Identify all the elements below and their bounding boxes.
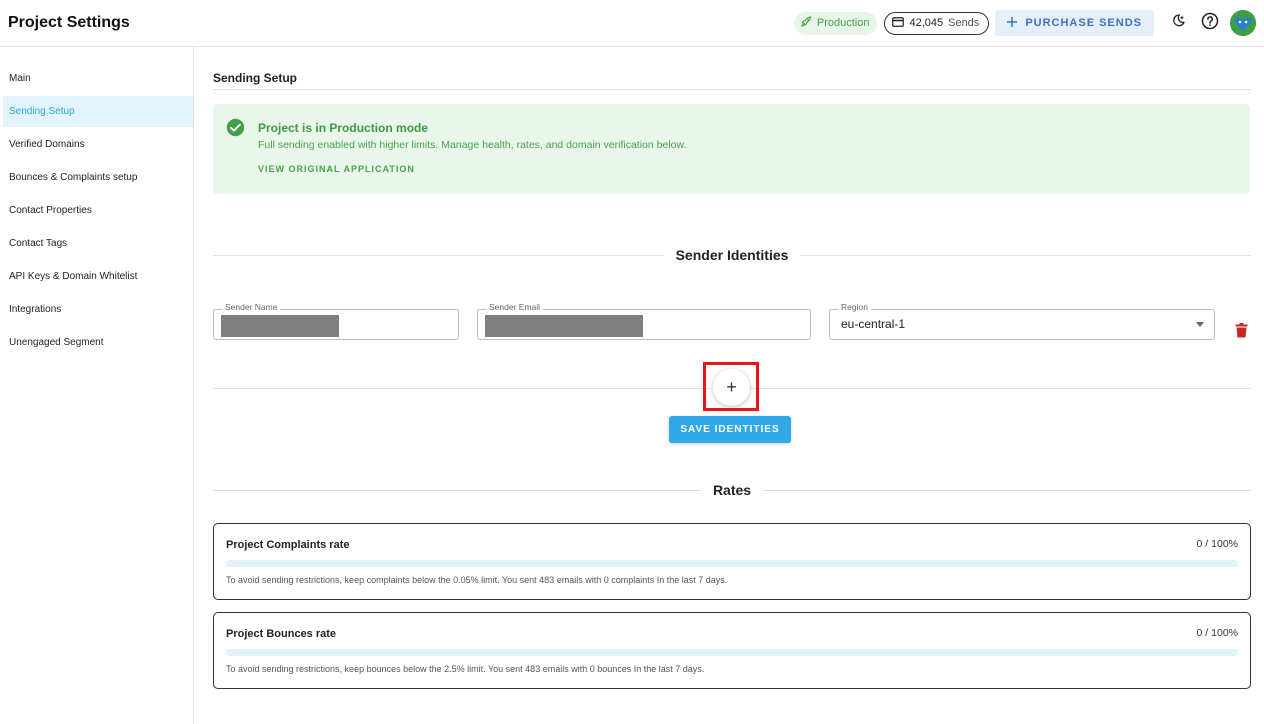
sends-balance-chip[interactable]: 42,045 Sends — [884, 11, 990, 35]
delete-identity-icon[interactable] — [1235, 323, 1248, 343]
sidebar-item-integrations[interactable]: Integrations — [0, 294, 193, 325]
settings-sidebar: Main Sending Setup Verified Domains Boun… — [0, 47, 194, 724]
view-original-application-link[interactable]: VIEW ORIGINAL APPLICATION — [258, 164, 415, 174]
section-divider — [213, 89, 1251, 90]
sidebar-item-contact-tags[interactable]: Contact Tags — [0, 228, 193, 259]
rate-value: 0 / 100% — [1196, 538, 1238, 550]
sidebar-item-label: Sending Setup — [9, 106, 75, 117]
redacted-value — [485, 315, 643, 337]
page-title: Project Settings — [8, 14, 130, 31]
sidebar-item-api-keys[interactable]: API Keys & Domain Whitelist — [0, 261, 193, 292]
sidebar-item-contact-properties[interactable]: Contact Properties — [0, 195, 193, 226]
plus-icon — [1007, 16, 1018, 30]
sidebar-item-label: API Keys & Domain Whitelist — [9, 271, 138, 282]
check-circle-icon — [226, 118, 245, 142]
divider-line — [800, 254, 1251, 256]
save-identities-button[interactable]: SAVE IDENTITIES — [669, 416, 791, 443]
redacted-value — [221, 315, 339, 337]
sidebar-item-bounces-complaints[interactable]: Bounces & Complaints setup — [0, 162, 193, 193]
avatar[interactable] — [1230, 10, 1256, 36]
rate-title: Project Complaints rate — [226, 539, 350, 551]
sender-email-label: Sender Email — [486, 302, 544, 312]
sender-email-field[interactable]: Sender Email — [477, 302, 811, 340]
sidebar-item-verified-domains[interactable]: Verified Domains — [0, 129, 193, 160]
sidebar-item-unengaged-segment[interactable]: Unengaged Segment — [0, 327, 193, 358]
alert-title: Project is in Production mode — [258, 121, 429, 135]
rate-progress-bar — [226, 649, 1238, 656]
sidebar-item-label: Verified Domains — [9, 139, 85, 150]
save-identities-label: SAVE IDENTITIES — [680, 424, 780, 435]
rate-value: 0 / 100% — [1196, 627, 1238, 639]
rocket-icon — [800, 15, 813, 31]
main-content: Sending Setup Project is in Production m… — [213, 47, 1252, 724]
sidebar-item-label: Contact Properties — [9, 205, 92, 216]
rates-title: Rates — [712, 482, 752, 498]
highlight-box — [703, 362, 759, 411]
bounces-rate-card: Project Bounces rate 0 / 100% To avoid s… — [213, 612, 1251, 689]
divider-line — [213, 489, 701, 491]
dark-mode-toggle[interactable] — [1166, 11, 1190, 35]
sidebar-item-label: Integrations — [9, 304, 62, 315]
sidebar-item-label: Bounces & Complaints setup — [9, 172, 138, 183]
rate-title: Project Bounces rate — [226, 628, 337, 640]
purchase-sends-button[interactable]: PURCHASE SENDS — [995, 10, 1154, 36]
divider-line — [213, 254, 664, 256]
region-label: Region — [838, 302, 871, 312]
sidebar-item-label: Contact Tags — [9, 238, 68, 249]
sidebar-item-main[interactable]: Main — [0, 63, 193, 94]
region-value: eu-central-1 — [841, 317, 906, 331]
divider-line — [763, 489, 1252, 491]
credit-card-icon — [892, 16, 905, 30]
purchase-sends-label: PURCHASE SENDS — [1025, 17, 1142, 29]
region-select[interactable]: Region eu-central-1 — [829, 302, 1215, 340]
sidebar-item-sending-setup[interactable]: Sending Setup — [3, 96, 193, 127]
sidebar-item-label: Main — [9, 73, 31, 84]
chevron-down-icon — [1196, 322, 1204, 327]
rates-heading: Rates — [213, 482, 1252, 498]
section-title: Sending Setup — [213, 71, 297, 85]
top-header: Project Settings Production 42,045 Sends… — [0, 0, 1264, 47]
help-icon — [1201, 12, 1219, 35]
dark-mode-icon — [1170, 13, 1186, 34]
alert-text: Full sending enabled with higher limits.… — [258, 139, 687, 151]
environment-label: Production — [816, 17, 870, 29]
rate-note: To avoid sending restrictions, keep boun… — [226, 664, 705, 674]
sends-count: 42,045 — [909, 17, 944, 29]
sender-identities-heading: Sender Identities — [213, 247, 1251, 263]
sender-identities-title: Sender Identities — [675, 247, 789, 263]
sidebar-item-label: Unengaged Segment — [9, 337, 104, 348]
help-button[interactable] — [1198, 11, 1222, 35]
sender-name-label: Sender Name — [222, 302, 281, 312]
production-alert: Project is in Production mode Full sendi… — [213, 104, 1250, 194]
complaints-rate-card: Project Complaints rate 0 / 100% To avoi… — [213, 523, 1251, 600]
sends-unit: Sends — [948, 17, 980, 29]
sender-name-field[interactable]: Sender Name — [213, 302, 459, 340]
environment-badge: Production — [793, 11, 878, 35]
rate-progress-bar — [226, 560, 1238, 567]
rate-note: To avoid sending restrictions, keep comp… — [226, 575, 728, 585]
header-actions: Production 42,045 Sends PURCHASE SENDS — [793, 10, 1256, 36]
